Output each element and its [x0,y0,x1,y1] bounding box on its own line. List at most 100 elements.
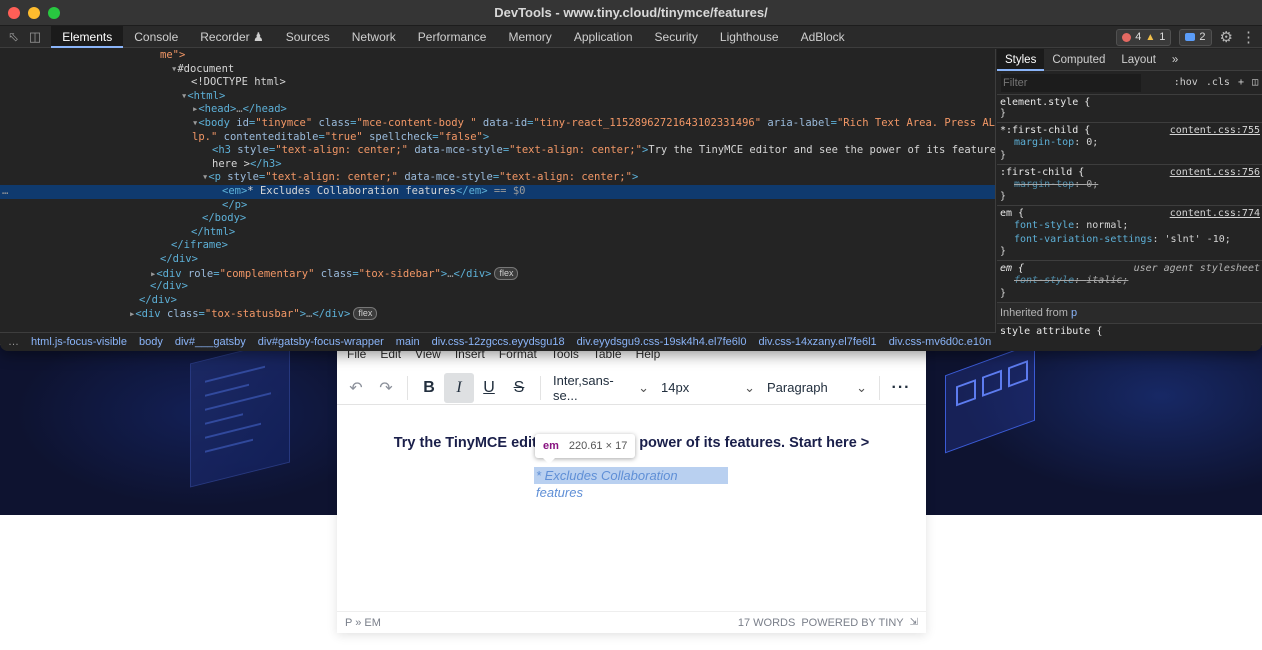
rule-source-link[interactable]: content.css:755 [1170,125,1260,136]
bold-icon[interactable]: B [414,373,444,403]
tab-computed[interactable]: Computed [1044,49,1113,71]
tree-line[interactable]: lp." contenteditable="true" spellcheck="… [0,131,995,145]
tab-security[interactable]: Security [644,26,709,48]
cls-toggle[interactable]: .cls [1206,77,1230,88]
flex-badge[interactable]: flex [353,307,378,321]
style-declaration-overridden[interactable]: font-style: italic; [1000,274,1259,288]
style-rule[interactable]: *:first-child { content.css:755 margin-t… [997,123,1262,165]
rule-source-link[interactable]: content.css:774 [1170,208,1260,219]
editor-content[interactable]: Try the TinyMCE editor and see the power… [337,405,926,611]
style-declaration[interactable]: margin-top: 0; [1000,136,1259,150]
tab-recorder[interactable]: Recorder ♟ [189,26,274,48]
tab-styles[interactable]: Styles [997,49,1045,71]
hov-toggle[interactable]: :hov [1174,77,1198,88]
more-tabs-icon[interactable]: » [1164,49,1186,71]
style-rule[interactable]: element.style { } [997,95,1262,123]
tab-performance[interactable]: Performance [407,26,498,48]
tree-line[interactable]: </html> [0,226,995,240]
inherited-label: Inherited from [1000,306,1068,319]
tab-adblock[interactable]: AdBlock [790,26,856,48]
underline-icon[interactable]: U [474,373,504,403]
breadcrumb-item[interactable]: div.eyydsgu9.css-19sk4h4.el7fe6l0 [577,336,747,348]
tab-memory[interactable]: Memory [497,26,562,48]
devtools-window: DevTools - www.tiny.cloud/tinymce/featur… [0,0,1262,351]
computed-sidebar-icon[interactable]: ◫ [1252,77,1258,88]
inspect-element-icon[interactable]: ⬁ [8,29,19,45]
style-declaration-overridden[interactable]: margin-top: 0; [1000,178,1259,192]
rule-source-link[interactable]: content.css:756 [1170,167,1260,178]
tab-layout[interactable]: Layout [1113,49,1164,71]
tree-line[interactable]: ▸<div class="tox-statusbar">…</div> flex [0,307,995,321]
tree-line[interactable]: ▸<div role="complementary" class="tox-si… [0,266,995,281]
undo-icon[interactable]: ↶ [341,373,371,403]
flex-badge[interactable]: flex [494,266,519,280]
tab-sources[interactable]: Sources [275,26,341,48]
tree-line[interactable]: ▾#document [0,63,995,77]
inherited-tag-link[interactable]: p [1071,307,1077,319]
tab-elements[interactable]: Elements [51,25,124,48]
tree-line[interactable]: <!DOCTYPE html> [0,76,995,90]
tree-line[interactable]: </div> [0,253,995,267]
styles-filter-input[interactable] [1001,73,1141,92]
powered-by[interactable]: POWERED BY TINY [801,617,903,629]
tree-line[interactable]: ▸<head>…</head> [0,103,995,117]
font-family-value: Inter,sans-se... [553,372,614,403]
tree-line[interactable]: </body> [0,212,995,226]
breadcrumb-more-icon[interactable]: … [8,336,19,348]
decl-value: italic; [1086,275,1129,286]
tree-line-selected[interactable]: … <em>* Excludes Collaboration features</… [0,184,995,199]
breadcrumb-item[interactable]: div#___gatsby [175,336,246,348]
style-rule[interactable]: style attribute { [997,324,1262,340]
more-icon[interactable]: ··· [886,373,916,403]
gear-icon[interactable]: ⚙ [1220,28,1233,46]
style-rule[interactable]: :first-child { content.css:756 margin-to… [997,165,1262,206]
tree-line[interactable]: ▾<html> [0,90,995,104]
tree-line[interactable]: </div> [0,294,995,308]
decl-property: margin-top [1014,137,1075,148]
font-family-select[interactable]: Inter,sans-se... ⌄ [547,373,655,403]
breadcrumb-item[interactable]: body [139,336,163,348]
tree-line[interactable]: ▾<body id="tinymce" class="mce-content-b… [0,117,995,131]
device-toolbar-icon[interactable]: ◫ [29,29,41,45]
strikethrough-icon[interactable]: S [504,373,534,403]
style-declaration[interactable]: font-variation-settings: 'slnt' -10; [1000,233,1259,247]
tree-line[interactable]: here ></h3> [0,158,995,172]
head-tag: head [204,103,230,116]
element-path[interactable]: P » EM [345,617,381,629]
issue-counter[interactable]: 4 ▲ 1 [1116,28,1172,46]
more-actions-icon[interactable]: … [2,185,8,199]
breadcrumb-item[interactable]: div.css-mv6d0c.e10n [889,336,992,348]
tab-console[interactable]: Console [123,26,189,48]
breadcrumb-item[interactable]: main [396,336,420,348]
font-size-select[interactable]: 14px ⌄ [655,380,761,396]
tree-line[interactable]: </div> [0,280,995,294]
tab-network[interactable]: Network [341,26,407,48]
style-rule[interactable]: em { content.css:774 font-style: normal;… [997,206,1262,261]
close-window-icon[interactable] [8,7,20,19]
tree-line[interactable]: </p> [0,199,995,213]
word-count[interactable]: 17 WORDS [738,617,795,629]
redo-icon[interactable]: ↷ [371,373,401,403]
new-rule-icon[interactable]: + [1238,77,1244,88]
tree-line[interactable]: </iframe> [0,239,995,253]
tree-line[interactable]: me"> [0,49,995,63]
rule-close: } [1000,246,1007,257]
style-declaration[interactable]: font-style: normal; [1000,219,1259,233]
tab-lighthouse[interactable]: Lighthouse [709,26,790,48]
messages-counter[interactable]: 2 [1179,28,1212,46]
tab-application[interactable]: Application [563,26,644,48]
breadcrumb-item[interactable]: div#gatsby-focus-wrapper [258,336,384,348]
breadcrumb-item[interactable]: div.css-12zgccs.eyydsgu18 [432,336,565,348]
minimize-window-icon[interactable] [28,7,40,19]
block-format-select[interactable]: Paragraph ⌄ [761,380,873,396]
breadcrumb-item[interactable]: div.css-14xzany.el7fe6l1 [758,336,876,348]
breadcrumb-item[interactable]: html.js-focus-visible [31,336,127,348]
maximize-window-icon[interactable] [48,7,60,19]
resize-handle-icon[interactable]: ⇲ [910,617,918,628]
tree-line[interactable]: <h3 style="text-align: center;" data-mce… [0,144,995,158]
more-options-icon[interactable]: ⋮ [1241,28,1256,46]
tree-line[interactable]: ▾<p style="text-align: center;" data-mce… [0,171,995,185]
document-node: #document [177,62,235,75]
style-rule[interactable]: em { user agent stylesheet font-style: i… [997,261,1262,303]
italic-icon[interactable]: I [444,372,474,403]
